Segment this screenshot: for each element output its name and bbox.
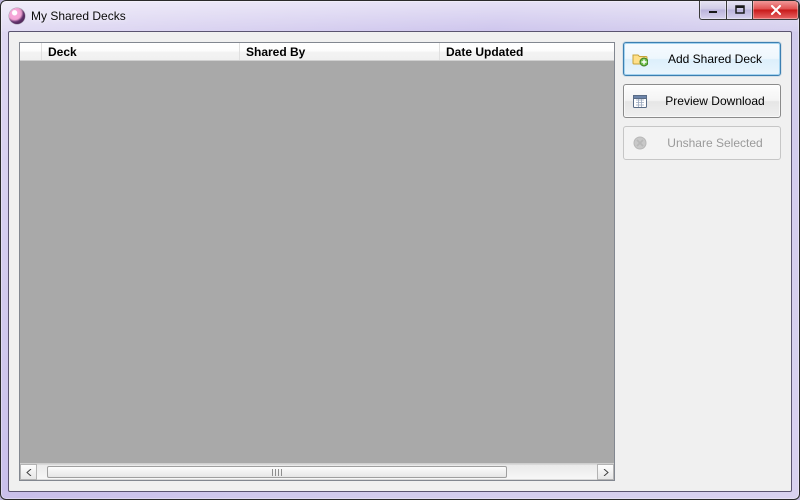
column-deck[interactable]: Deck: [42, 43, 240, 60]
folder-add-icon: [632, 51, 648, 67]
titlebar[interactable]: My Shared Decks: [1, 1, 799, 31]
unshare-selected-button: Unshare Selected: [623, 126, 781, 160]
scroll-thumb[interactable]: [47, 466, 507, 478]
preview-download-button[interactable]: Preview Download: [623, 84, 781, 118]
column-label: Deck: [48, 45, 77, 59]
maximize-button[interactable]: [727, 0, 753, 20]
scroll-right-button[interactable]: [597, 464, 614, 480]
add-shared-deck-button[interactable]: Add Shared Deck: [623, 42, 781, 76]
table-body-empty[interactable]: [20, 61, 614, 463]
column-shared-by[interactable]: Shared By: [240, 43, 440, 60]
shared-decks-table[interactable]: Deck Shared By Date Updated: [19, 42, 615, 481]
minimize-icon: [708, 5, 718, 15]
action-panel: Add Shared Deck Preview Download: [623, 42, 781, 481]
column-label: Date Updated: [446, 45, 523, 59]
scroll-track[interactable]: [37, 464, 597, 480]
button-label: Preview Download: [658, 94, 772, 108]
calendar-icon: [632, 93, 648, 109]
maximize-icon: [735, 5, 745, 15]
client-area: Deck Shared By Date Updated: [8, 31, 792, 492]
chevron-left-icon: [26, 469, 32, 476]
horizontal-scrollbar[interactable]: [20, 463, 614, 480]
close-icon: [770, 5, 782, 15]
button-label: Unshare Selected: [658, 136, 772, 150]
close-button[interactable]: [753, 0, 799, 20]
app-window: My Shared Decks Deck: [0, 0, 800, 500]
window-title: My Shared Decks: [31, 9, 126, 23]
button-label: Add Shared Deck: [658, 52, 772, 66]
column-date-updated[interactable]: Date Updated: [440, 43, 614, 60]
column-label: Shared By: [246, 45, 305, 59]
cancel-circle-icon: [632, 135, 648, 151]
orb-icon: [9, 8, 25, 24]
grip-icon: [272, 469, 282, 476]
scroll-left-button[interactable]: [20, 464, 37, 480]
table-header: Deck Shared By Date Updated: [20, 43, 614, 61]
row-handle-column[interactable]: [20, 43, 42, 60]
caption-buttons: [699, 0, 799, 20]
chevron-right-icon: [603, 469, 609, 476]
minimize-button[interactable]: [699, 0, 727, 20]
